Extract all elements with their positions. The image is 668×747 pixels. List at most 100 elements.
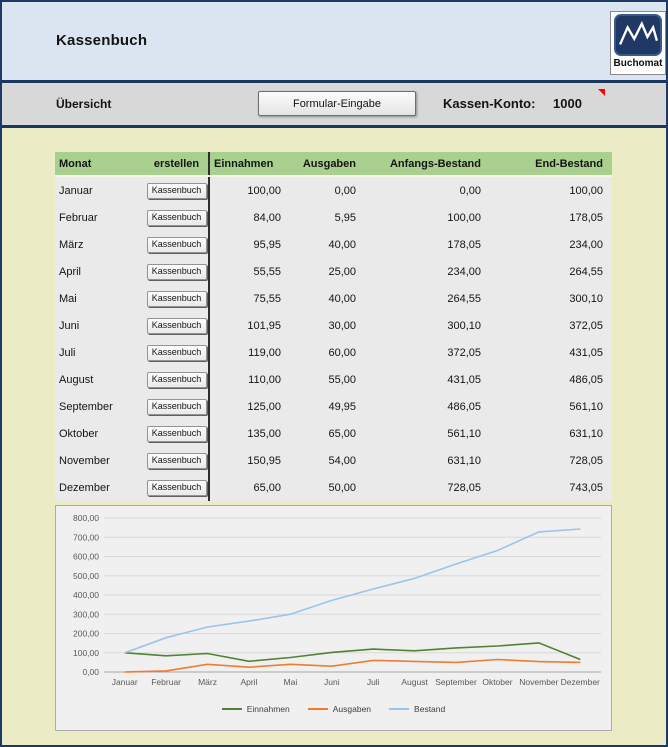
- einnahmen-value: 101,95: [208, 312, 290, 339]
- kassenbuch-button[interactable]: Kassenbuch: [146, 479, 207, 496]
- erstellen-cell: Kassenbuch: [145, 231, 208, 258]
- toolbar: Übersicht Formular-Eingabe Kassen-Konto:…: [2, 83, 666, 125]
- einnahmen-value: 100,00: [208, 177, 290, 204]
- series-line-einnahmen: [124, 642, 581, 663]
- kassenbuch-button[interactable]: Kassenbuch: [146, 344, 207, 361]
- x-axis-tick-label: September: [435, 677, 477, 687]
- column-header-anfangs-bestand: Anfangs-Bestand: [389, 157, 481, 170]
- y-axis-tick-label: 800,00: [73, 513, 99, 523]
- month-label: April: [59, 265, 82, 278]
- erstellen-cell: Kassenbuch: [145, 177, 208, 204]
- month-label: Mai: [59, 292, 77, 305]
- kassenbuch-button[interactable]: Kassenbuch: [146, 263, 207, 280]
- ausgaben-value: 30,00: [328, 319, 356, 332]
- x-axis-tick-label: Dezember: [561, 677, 600, 687]
- legend-label: Einnahmen: [246, 704, 290, 714]
- end-bestand-value: 300,10: [569, 292, 603, 305]
- erstellen-cell: Kassenbuch: [145, 420, 208, 447]
- ausgaben-value: 55,00: [328, 373, 356, 386]
- ausgaben-value: 54,00: [328, 454, 356, 467]
- kassenbuch-button[interactable]: Kassenbuch: [146, 425, 207, 442]
- ausgaben-value: 40,00: [328, 292, 356, 305]
- kassenbuch-button[interactable]: Kassenbuch: [146, 398, 207, 415]
- kassen-konto-value[interactable]: 1000: [553, 96, 582, 111]
- kassenbuch-button[interactable]: Kassenbuch: [146, 317, 207, 334]
- anfangs-bestand-value: 431,05: [447, 373, 481, 386]
- einnahmen-value: 110,00: [208, 366, 290, 393]
- anfangs-bestand-value: 234,00: [447, 265, 481, 278]
- erstellen-cell: Kassenbuch: [145, 366, 208, 393]
- y-axis-tick-label: 200,00: [73, 629, 99, 639]
- ausgaben-value: 49,95: [328, 400, 356, 413]
- chart-panel: 0,00 100,00 200,00 300,00 400,00 500,00 600,00…: [55, 505, 612, 731]
- table-row: August Kassenbuch 110,00 55,00 431,05 486,05: [55, 366, 612, 393]
- buchomat-chart-icon: [614, 14, 662, 56]
- x-axis-tick-label: August: [401, 677, 428, 687]
- kassenbuch-button[interactable]: Kassenbuch: [146, 182, 207, 199]
- ausgaben-value: 60,00: [328, 346, 356, 359]
- month-label: Juli: [59, 346, 76, 359]
- kassenbuch-button[interactable]: Kassenbuch: [146, 371, 207, 388]
- kassenbuch-button[interactable]: Kassenbuch: [146, 290, 207, 307]
- anfangs-bestand-value: 264,55: [447, 292, 481, 305]
- table-row: April Kassenbuch 55,55 25,00 234,00 264,55: [55, 258, 612, 285]
- x-axis-tick-label: Oktober: [482, 677, 512, 687]
- kassenbuch-button[interactable]: Kassenbuch: [146, 209, 207, 226]
- anfangs-bestand-value: 178,05: [447, 238, 481, 251]
- y-axis-tick-label: 300,00: [73, 609, 99, 619]
- kassenbuch-button[interactable]: Kassenbuch: [146, 236, 207, 253]
- zigzag-line-icon: [618, 20, 659, 45]
- anfangs-bestand-value: 0,00: [459, 184, 481, 197]
- end-bestand-value: 728,05: [569, 454, 603, 467]
- ausgaben-value: 5,95: [334, 211, 356, 224]
- legend-item-bestand: Bestand: [389, 704, 445, 714]
- column-header-monat: Monat: [59, 157, 92, 170]
- y-axis-tick-label: 600,00: [73, 552, 99, 562]
- comment-marker-icon: [598, 89, 605, 96]
- kassen-konto-label: Kassen-Konto:: [443, 96, 536, 111]
- legend-item-einnahmen: Einnahmen: [221, 704, 290, 714]
- anfangs-bestand-value: 728,05: [447, 481, 481, 494]
- x-axis-tick-label: April: [240, 677, 257, 687]
- erstellen-cell: Kassenbuch: [145, 474, 208, 501]
- ausgaben-value: 0,00: [334, 184, 356, 197]
- month-label: Januar: [59, 184, 93, 197]
- table-body: Januar Kassenbuch 100,00 0,00 0,00 100,00 Febr…: [55, 177, 612, 501]
- formular-eingabe-button[interactable]: Formular-Eingabe: [258, 91, 416, 116]
- table-row: September Kassenbuch 125,00 49,95 486,05 561,…: [55, 393, 612, 420]
- ausgaben-value: 65,00: [328, 427, 356, 440]
- end-bestand-value: 631,10: [569, 427, 603, 440]
- ausgaben-value: 40,00: [328, 238, 356, 251]
- legend-line-sample: [307, 708, 328, 710]
- x-axis-tick-label: Juni: [324, 677, 340, 687]
- buchomat-logo: Buchomat: [610, 11, 666, 75]
- x-axis-tick-label: Mai: [284, 677, 298, 687]
- einnahmen-value: 125,00: [208, 393, 290, 420]
- month-label: Juni: [59, 319, 80, 332]
- end-bestand-value: 178,05: [569, 211, 603, 224]
- month-label: November: [59, 454, 110, 467]
- y-axis-tick-label: 400,00: [73, 590, 99, 600]
- x-axis-tick-label: März: [198, 677, 217, 687]
- einnahmen-value: 135,00: [208, 420, 290, 447]
- end-bestand-value: 743,05: [569, 481, 603, 494]
- end-bestand-value: 372,05: [569, 319, 603, 332]
- table-row: Mai Kassenbuch 75,55 40,00 264,55 300,10: [55, 285, 612, 312]
- einnahmen-value: 75,55: [208, 285, 290, 312]
- end-bestand-value: 431,05: [569, 346, 603, 359]
- page-title: Kassenbuch: [56, 32, 148, 49]
- month-label: September: [59, 400, 113, 413]
- anfangs-bestand-value: 372,05: [447, 346, 481, 359]
- line-chart: 0,00 100,00 200,00 300,00 400,00 500,00 600,00…: [73, 513, 601, 687]
- kassenbuch-button[interactable]: Kassenbuch: [146, 452, 207, 469]
- app-window: Kassenbuch Buchomat Übersicht Formular-E…: [0, 0, 668, 747]
- erstellen-cell: Kassenbuch: [145, 285, 208, 312]
- end-bestand-value: 100,00: [569, 184, 603, 197]
- table-row: Februar Kassenbuch 84,00 5,95 100,00 178,05: [55, 204, 612, 231]
- end-bestand-value: 234,00: [569, 238, 603, 251]
- month-label: Februar: [59, 211, 98, 224]
- einnahmen-value: 95,95: [208, 231, 290, 258]
- legend-item-ausgaben: Ausgaben: [307, 704, 371, 714]
- month-label: Dezember: [59, 481, 110, 494]
- einnahmen-value: 119,00: [208, 339, 290, 366]
